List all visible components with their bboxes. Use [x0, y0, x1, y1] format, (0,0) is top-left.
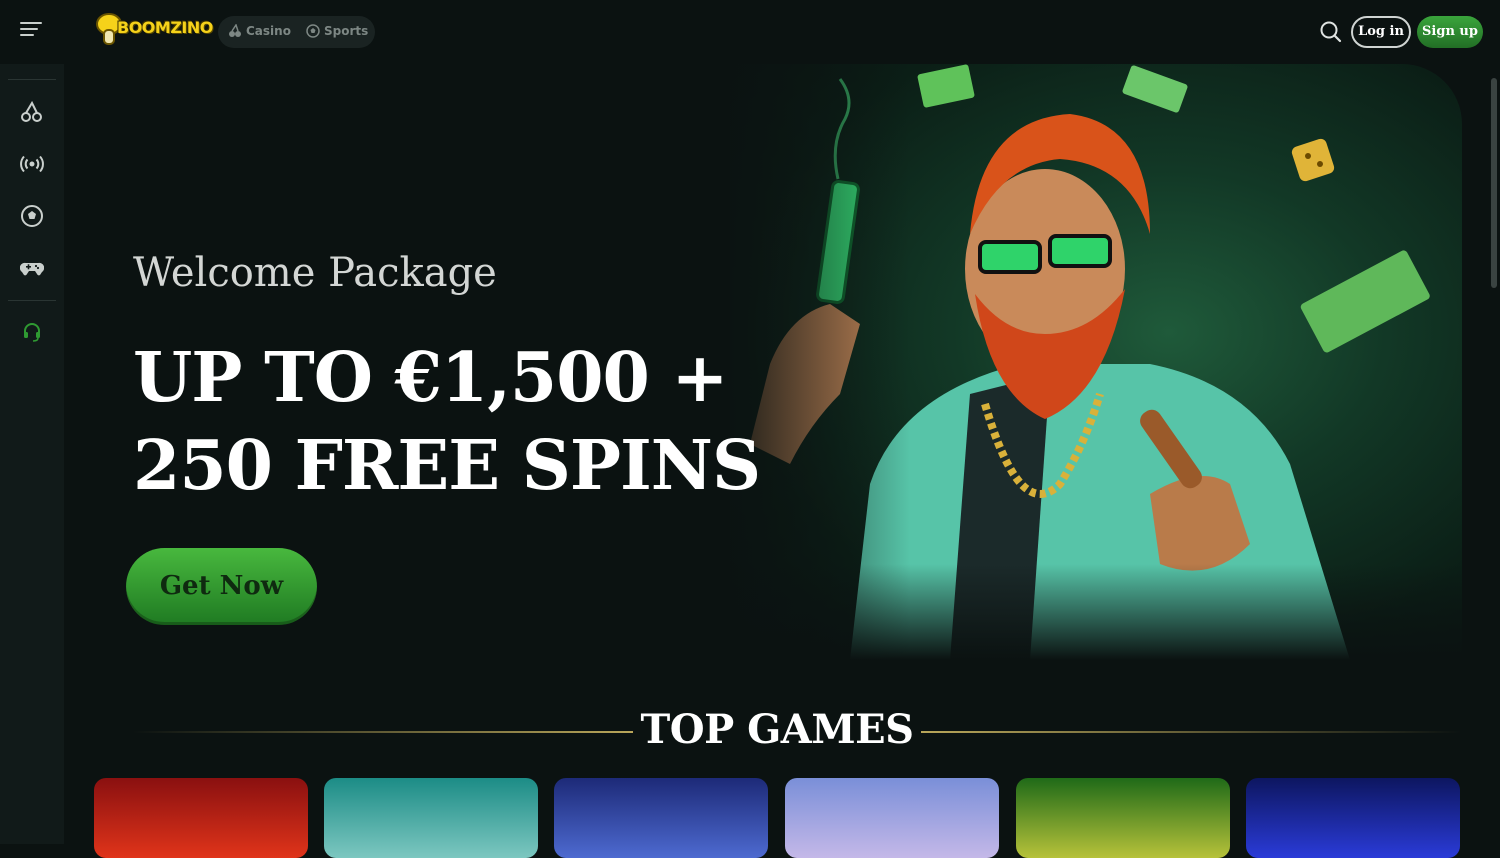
section-divider-left: [133, 731, 633, 733]
soccer-ball-icon: [21, 205, 43, 227]
mode-switch: Casino Sports: [218, 16, 375, 48]
signup-button[interactable]: Sign up: [1417, 16, 1483, 48]
headset-support-icon: [24, 323, 40, 342]
hero-headline: UP TO €1,500 + 250 FREE SPINS: [133, 334, 761, 510]
soccer-ball-icon: [306, 24, 320, 38]
sidebar-divider: [8, 300, 56, 301]
cherries-icon: [229, 24, 241, 37]
top-navbar: BOOMZINO Casino Sports Log in Sign up: [0, 0, 1500, 64]
sidebar-item-casino[interactable]: [20, 100, 44, 124]
cherries-icon: [21, 100, 42, 122]
sidebar-divider: [8, 79, 56, 80]
hero-headline-line2: 250 FREE SPINS: [133, 426, 761, 506]
game-tile[interactable]: [1016, 778, 1230, 858]
gamepad-icon: [19, 262, 45, 276]
sidebar: [0, 64, 64, 844]
game-tile[interactable]: [554, 778, 768, 858]
game-tile[interactable]: [94, 778, 308, 858]
login-button[interactable]: Log in: [1351, 16, 1411, 48]
section-divider-right: [921, 731, 1461, 733]
brand-logo[interactable]: BOOMZINO: [95, 12, 213, 50]
top-games-title: TOP GAMES: [640, 706, 914, 753]
sidebar-item-games[interactable]: [19, 256, 45, 280]
casino-tab[interactable]: Casino: [228, 24, 291, 38]
live-broadcast-icon: [20, 155, 44, 173]
hero-subtitle: Welcome Package: [133, 250, 497, 296]
sidebar-item-sports[interactable]: [20, 204, 44, 228]
game-tile[interactable]: [324, 778, 538, 858]
sidebar-item-support[interactable]: [20, 320, 44, 344]
page-scrollbar[interactable]: [1490, 68, 1498, 844]
sidebar-item-live[interactable]: [20, 152, 44, 176]
scrollbar-thumb[interactable]: [1491, 78, 1497, 288]
hero-fade-bottom: [710, 564, 1462, 660]
game-tile[interactable]: [785, 778, 999, 858]
brand-name: BOOMZINO: [117, 18, 213, 37]
menu-icon[interactable]: [20, 22, 42, 42]
sports-tab-label: Sports: [324, 24, 369, 38]
casino-tab-label: Casino: [246, 24, 291, 38]
search-icon: [1320, 21, 1342, 43]
hero-headline-line1: UP TO €1,500 +: [133, 338, 729, 418]
sports-tab[interactable]: Sports: [306, 24, 368, 38]
game-tile[interactable]: [1246, 778, 1460, 858]
search-button[interactable]: [1318, 19, 1344, 45]
get-now-button[interactable]: Get Now: [126, 548, 317, 625]
